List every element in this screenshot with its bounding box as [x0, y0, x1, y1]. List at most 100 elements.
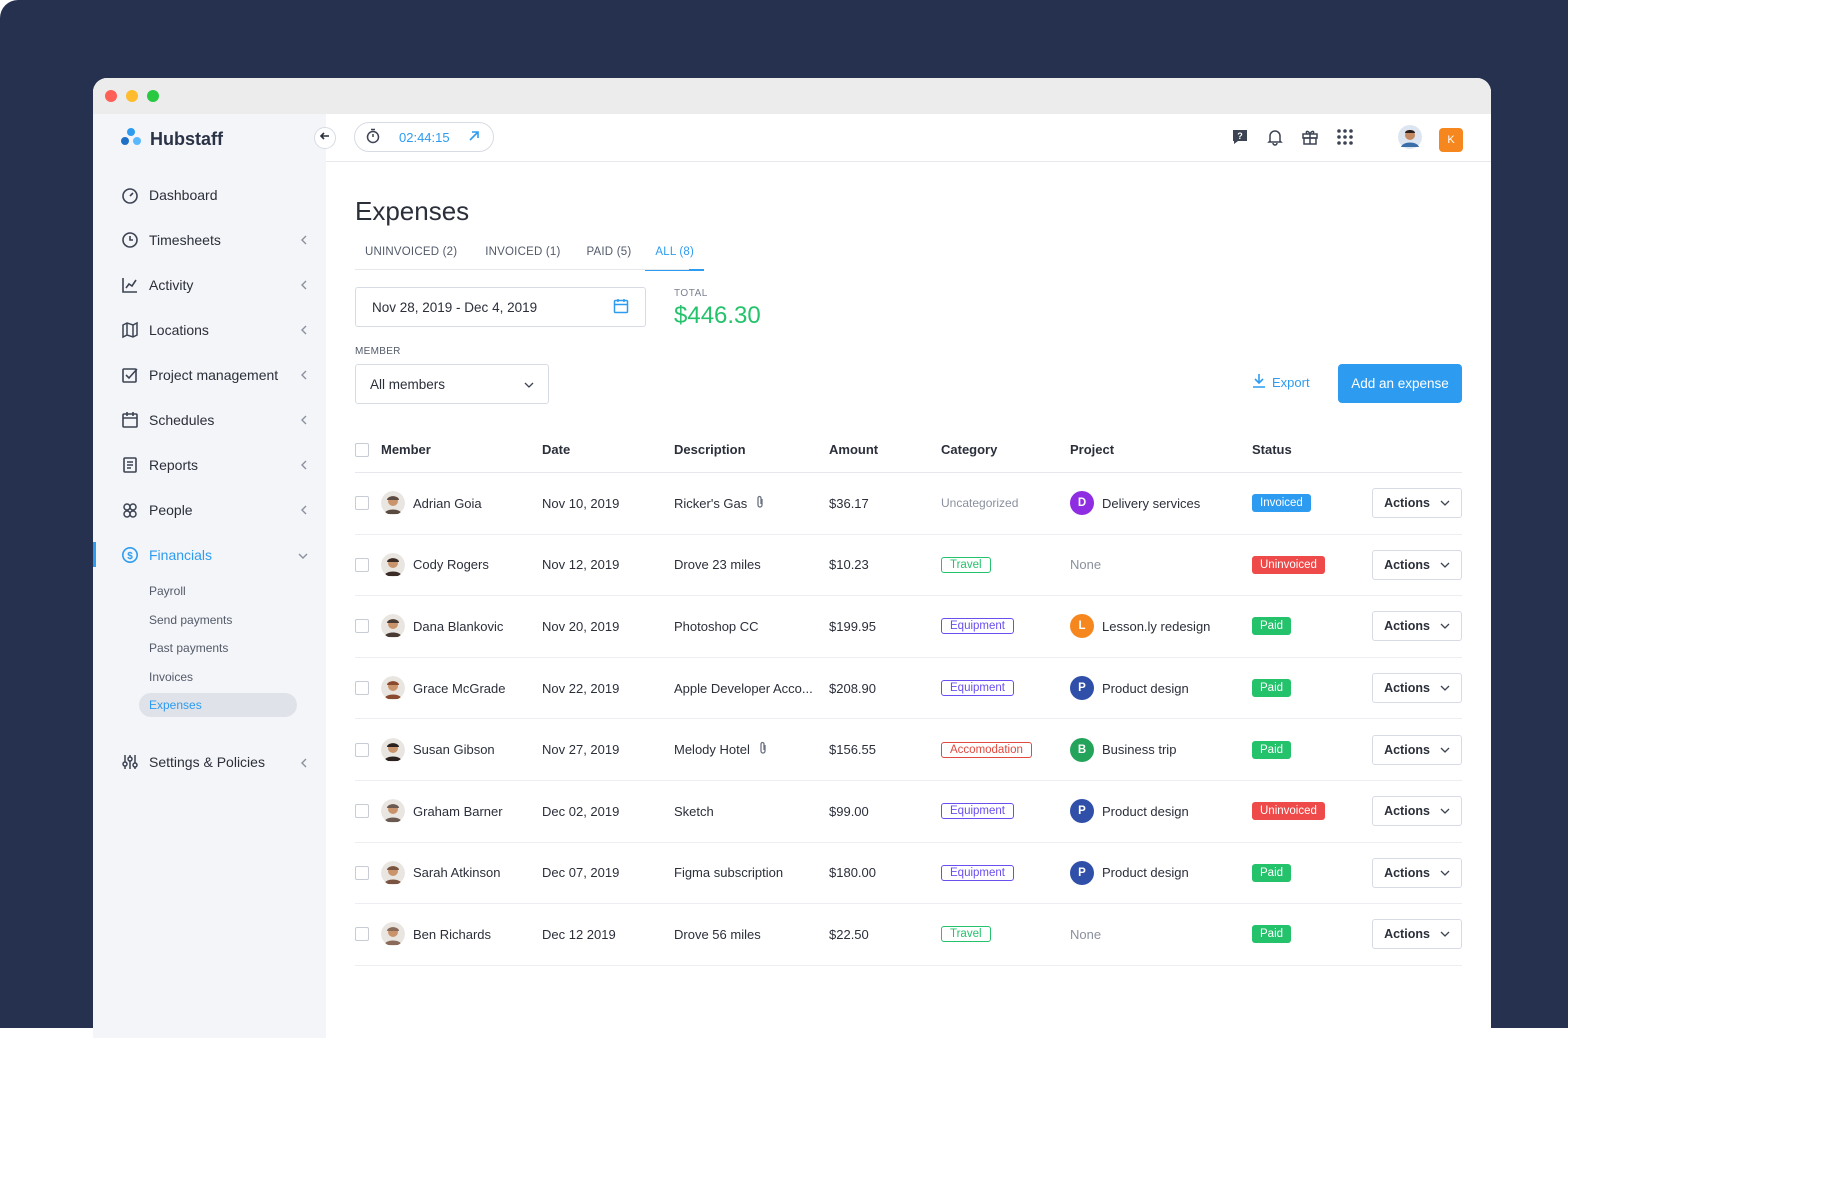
sidebar-item-financials[interactable]: $ Financials: [93, 532, 326, 577]
col-description[interactable]: Description: [674, 442, 746, 457]
status-badge: Paid: [1252, 679, 1292, 698]
sidebar: Hubstaff Dashboard Timesheets Activity L…: [93, 114, 336, 1038]
status-badge: Invoiced: [1252, 494, 1311, 513]
member-select[interactable]: All members: [355, 364, 549, 404]
tab-all[interactable]: ALL (8): [645, 246, 704, 271]
member-name: Adrian Goia: [413, 495, 482, 511]
sidebar-item-label: People: [149, 501, 193, 518]
open-timer-arrow-icon[interactable]: [468, 130, 480, 145]
minimize-window-button[interactable]: [126, 90, 138, 102]
sidebar-subitem-past-payments[interactable]: Past payments: [93, 634, 326, 663]
amount-cell: $10.23: [829, 557, 869, 573]
export-button[interactable]: Export: [1252, 373, 1310, 391]
calendar-icon: [613, 298, 629, 317]
table-row[interactable]: Adrian Goia Nov 10, 2019 Ricker's Gas $3…: [355, 473, 1462, 535]
col-amount[interactable]: Amount: [829, 442, 878, 457]
row-checkbox[interactable]: [355, 742, 369, 757]
amount-cell: $208.90: [829, 680, 876, 696]
table-row[interactable]: Sarah Atkinson Dec 07, 2019 Figma subscr…: [355, 843, 1462, 905]
table-row[interactable]: Graham Barner Dec 02, 2019 Sketch $99.00…: [355, 781, 1462, 843]
gift-icon[interactable]: [1301, 128, 1319, 151]
tab-uninvoiced[interactable]: UNINVOICED (2): [355, 246, 467, 270]
project-avatar: P: [1070, 676, 1094, 701]
actions-dropdown[interactable]: Actions: [1372, 488, 1462, 519]
close-window-button[interactable]: [105, 90, 117, 102]
row-checkbox[interactable]: [355, 619, 369, 634]
col-date[interactable]: Date: [542, 442, 570, 457]
actions-dropdown[interactable]: Actions: [1372, 857, 1462, 888]
member-cell: Graham Barner: [381, 799, 503, 824]
checkbox-icon: [121, 366, 139, 384]
sidebar-item-settings-policies[interactable]: Settings & Policies: [93, 740, 326, 785]
actions-dropdown[interactable]: Actions: [1372, 734, 1462, 765]
sidebar-item-timesheets[interactable]: Timesheets: [93, 217, 326, 262]
dollar-icon: $: [121, 546, 139, 564]
sidebar-item-reports[interactable]: Reports: [93, 442, 326, 487]
app-logo[interactable]: Hubstaff: [120, 126, 223, 153]
actions-dropdown[interactable]: Actions: [1372, 673, 1462, 704]
paperclip-icon[interactable]: [755, 495, 765, 512]
bell-icon[interactable]: [1266, 128, 1284, 151]
row-checkbox-cell: [355, 619, 369, 634]
dashboard-icon: [121, 186, 139, 204]
row-checkbox[interactable]: [355, 865, 369, 880]
sidebar-subitem-expenses[interactable]: Expenses: [93, 691, 326, 720]
member-cell: Ben Richards: [381, 922, 491, 947]
row-checkbox-cell: [355, 742, 369, 757]
row-checkbox[interactable]: [355, 496, 369, 511]
chevron-down-icon: [1440, 866, 1450, 880]
actions-dropdown[interactable]: Actions: [1372, 919, 1462, 950]
row-checkbox[interactable]: [355, 557, 369, 572]
tab-invoiced[interactable]: INVOICED (1): [475, 246, 570, 270]
category-badge: Equipment: [941, 680, 1014, 697]
amount-cell: $180.00: [829, 865, 876, 881]
chevron-left-icon: [300, 322, 308, 338]
date-range-picker[interactable]: Nov 28, 2019 - Dec 4, 2019: [355, 287, 646, 327]
table-row[interactable]: Ben Richards Dec 12 2019 Drove 56 miles …: [355, 904, 1462, 966]
help-icon[interactable]: ?: [1231, 128, 1249, 151]
sidebar-subitem-payroll[interactable]: Payroll: [93, 577, 326, 606]
tab-paid[interactable]: PAID (5): [577, 246, 642, 270]
description-cell: Apple Developer Acco...: [674, 681, 813, 696]
sidebar-item-locations[interactable]: Locations: [93, 307, 326, 352]
apps-grid-icon[interactable]: [1336, 128, 1354, 151]
sidebar-item-project-management[interactable]: Project management: [93, 352, 326, 397]
chevron-down-icon: [524, 377, 534, 392]
table-row[interactable]: Cody Rogers Nov 12, 2019 Drove 23 miles …: [355, 535, 1462, 597]
add-expense-button[interactable]: Add an expense: [1338, 364, 1462, 403]
sidebar-item-schedules[interactable]: Schedules: [93, 397, 326, 442]
row-checkbox[interactable]: [355, 681, 369, 696]
table-row[interactable]: Susan Gibson Nov 27, 2019 Melody Hotel $…: [355, 719, 1462, 781]
col-status[interactable]: Status: [1252, 442, 1292, 457]
paperclip-icon[interactable]: [758, 741, 768, 758]
chevron-down-icon: [1440, 804, 1450, 818]
member-name: Graham Barner: [413, 803, 503, 819]
row-checkbox-cell: [355, 496, 369, 511]
sidebar-item-activity[interactable]: Activity: [93, 262, 326, 307]
maximize-window-button[interactable]: [147, 90, 159, 102]
col-category[interactable]: Category: [941, 442, 997, 457]
organization-avatar[interactable]: K: [1439, 127, 1463, 152]
member-name: Grace McGrade: [413, 680, 506, 696]
sidebar-item-dashboard[interactable]: Dashboard: [93, 172, 326, 217]
date-cell: Nov 12, 2019: [542, 557, 620, 573]
sidebar-item-people[interactable]: People: [93, 487, 326, 532]
col-member[interactable]: Member: [381, 442, 431, 457]
sidebar-item-label: Dashboard: [149, 186, 218, 203]
amount-cell: $36.17: [829, 495, 869, 511]
row-checkbox[interactable]: [355, 804, 369, 819]
sidebar-subitem-send-payments[interactable]: Send payments: [93, 606, 326, 635]
actions-dropdown[interactable]: Actions: [1372, 796, 1462, 827]
actions-dropdown[interactable]: Actions: [1372, 611, 1462, 642]
table-row[interactable]: Dana Blankovic Nov 20, 2019 Photoshop CC…: [355, 596, 1462, 658]
user-avatar[interactable]: [1398, 125, 1422, 154]
row-checkbox[interactable]: [355, 927, 369, 942]
table-row[interactable]: Grace McGrade Nov 22, 2019 Apple Develop…: [355, 658, 1462, 720]
member-cell: Adrian Goia: [381, 491, 482, 516]
collapse-sidebar-button[interactable]: [314, 127, 336, 149]
select-all-checkbox[interactable]: [355, 442, 369, 457]
col-project[interactable]: Project: [1070, 442, 1114, 457]
sidebar-subitem-invoices[interactable]: Invoices: [93, 663, 326, 692]
actions-dropdown[interactable]: Actions: [1372, 549, 1462, 580]
timer-widget[interactable]: 02:44:15: [354, 122, 494, 152]
